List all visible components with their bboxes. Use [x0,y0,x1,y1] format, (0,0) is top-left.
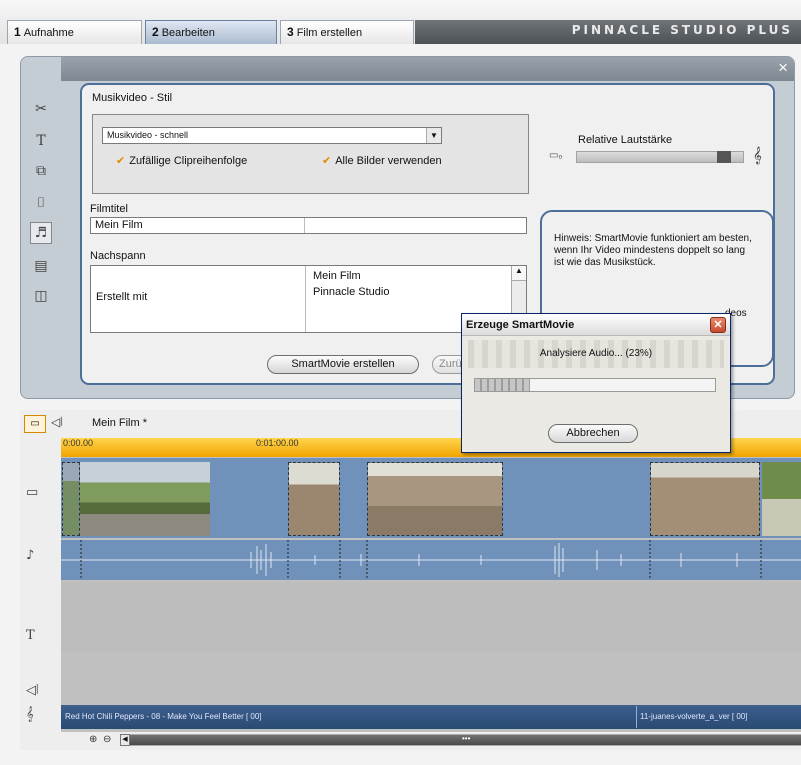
credits-right-line-1: Mein Film [313,270,361,282]
scroll-up-icon[interactable]: ▲ [512,266,526,281]
progress-bar [474,378,716,392]
title-track[interactable] [61,582,801,652]
volume-slider-thumb[interactable] [716,151,731,163]
random-order-checkbox[interactable]: ✔ Zufällige Clipreihenfolge [116,154,247,167]
brand-bar: PINNACLE STUDIO PLUS [415,20,801,44]
camera-icon[interactable]: ⌷ [30,192,52,214]
progress-fill [475,379,531,391]
panel-header: × [61,57,794,81]
music-track-icon: 𝄞 [26,707,34,722]
video-tools-icon[interactable]: ✂ [30,98,52,120]
style-select[interactable]: Musikvideo - schnell ▼ [102,127,442,144]
title-track-icon: T [26,628,35,643]
dialog-status-text: Analysiere Audio... (23%) [468,340,724,368]
tab-bearbeiten[interactable]: 2 Bearbeiten [145,20,277,44]
top-tab-bar: 1 Aufnahme 2 Bearbeiten 3 Film erstellen PI… [0,0,801,44]
film-title-label: Filmtitel [90,203,128,215]
project-name: Mein Film * [92,417,148,429]
studio-window: 1 Aufnahme 2 Bearbeiten 3 Film erstellen PI… [0,0,801,765]
brand-logo: PINNACLE STUDIO PLUS [571,23,793,37]
volume-label: Relative Lautstärke [578,134,673,146]
video-clip[interactable] [62,462,80,536]
audio-track-icon: ♪ [26,548,35,563]
video-clip[interactable] [367,462,503,536]
music-clip-2[interactable]: 11-juanes-volverte_a_ver [ 00] [636,706,801,728]
chevron-down-icon[interactable]: ▼ [426,128,441,143]
cancel-button[interactable]: Abbrechen [548,424,638,443]
audio-tools-icon[interactable]: ◫ [30,285,52,307]
audio-view-icon[interactable]: ◁⦚ [51,415,63,430]
transitions-icon[interactable]: ⧉ [30,160,52,182]
create-smartmovie-button[interactable]: SmartMovie erstellen [267,355,419,374]
ruler-mark-label: 0:01:00.00 [256,438,299,448]
style-select-value: Musikvideo - schnell [107,130,189,140]
video-clip[interactable] [80,462,210,536]
scrollbar-thumb[interactable] [120,735,801,745]
video-track-icon: ▭ [26,485,39,500]
audio-waveform [61,540,801,580]
credits-label: Nachspann [90,250,146,262]
hint-text: Hinweis: SmartMovie funktioniert am best… [554,233,752,268]
dialog-title: Erzeuge SmartMovie [462,314,730,336]
menu-tool-icon[interactable]: ▤ [30,255,52,277]
scrollbar-grip-icon: ••• [462,734,471,743]
credits-left-text: Erstellt mit [96,291,148,303]
sound-effect-icon: ◁⦚ [26,683,39,698]
tab-aufnahme[interactable]: 1 Aufnahme [7,20,142,44]
smartmovie-icon[interactable]: ♬ [30,222,52,244]
video-volume-icon: ▭ₒ [549,150,563,161]
video-clip[interactable] [288,462,340,536]
video-clip[interactable] [650,462,760,536]
checkmark-icon: ✔ [322,155,332,167]
music-clip-1[interactable]: Red Hot Chili Peppers - 08 - Make You Fe… [62,706,634,728]
checkmark-icon: ✔ [116,155,126,167]
film-title-input[interactable]: Mein Film [90,217,527,234]
zoom-in-icon[interactable]: ⊕ [89,734,97,745]
progress-dialog: Erzeuge SmartMovie ✕ Analysiere Audio...… [461,313,731,453]
all-images-checkbox[interactable]: ✔ Alle Bilder verwenden [322,154,442,167]
zoom-out-icon[interactable]: ⊖ [103,734,111,745]
title-tool-icon[interactable]: T [30,130,52,152]
tab-film-erstellen[interactable]: 3 Film erstellen [280,20,414,44]
toolbox-sidebar: ✂ T ⧉ ⌷ ♬ ▤ ◫ [21,57,61,398]
section-title: Musikvideo - Stil [92,92,173,104]
ruler-start-label: 0:00.00 [63,438,94,448]
music-clef-icon: 𝄞 [753,147,762,164]
close-icon[interactable]: ✕ [710,317,726,333]
credits-right-line-2: Pinnacle Studio [313,286,390,298]
storyboard-icon[interactable]: ▭ [24,415,46,433]
video-clip[interactable] [762,462,801,536]
close-icon[interactable]: × [778,57,788,79]
scroll-left-icon[interactable]: ◀ [120,734,130,746]
